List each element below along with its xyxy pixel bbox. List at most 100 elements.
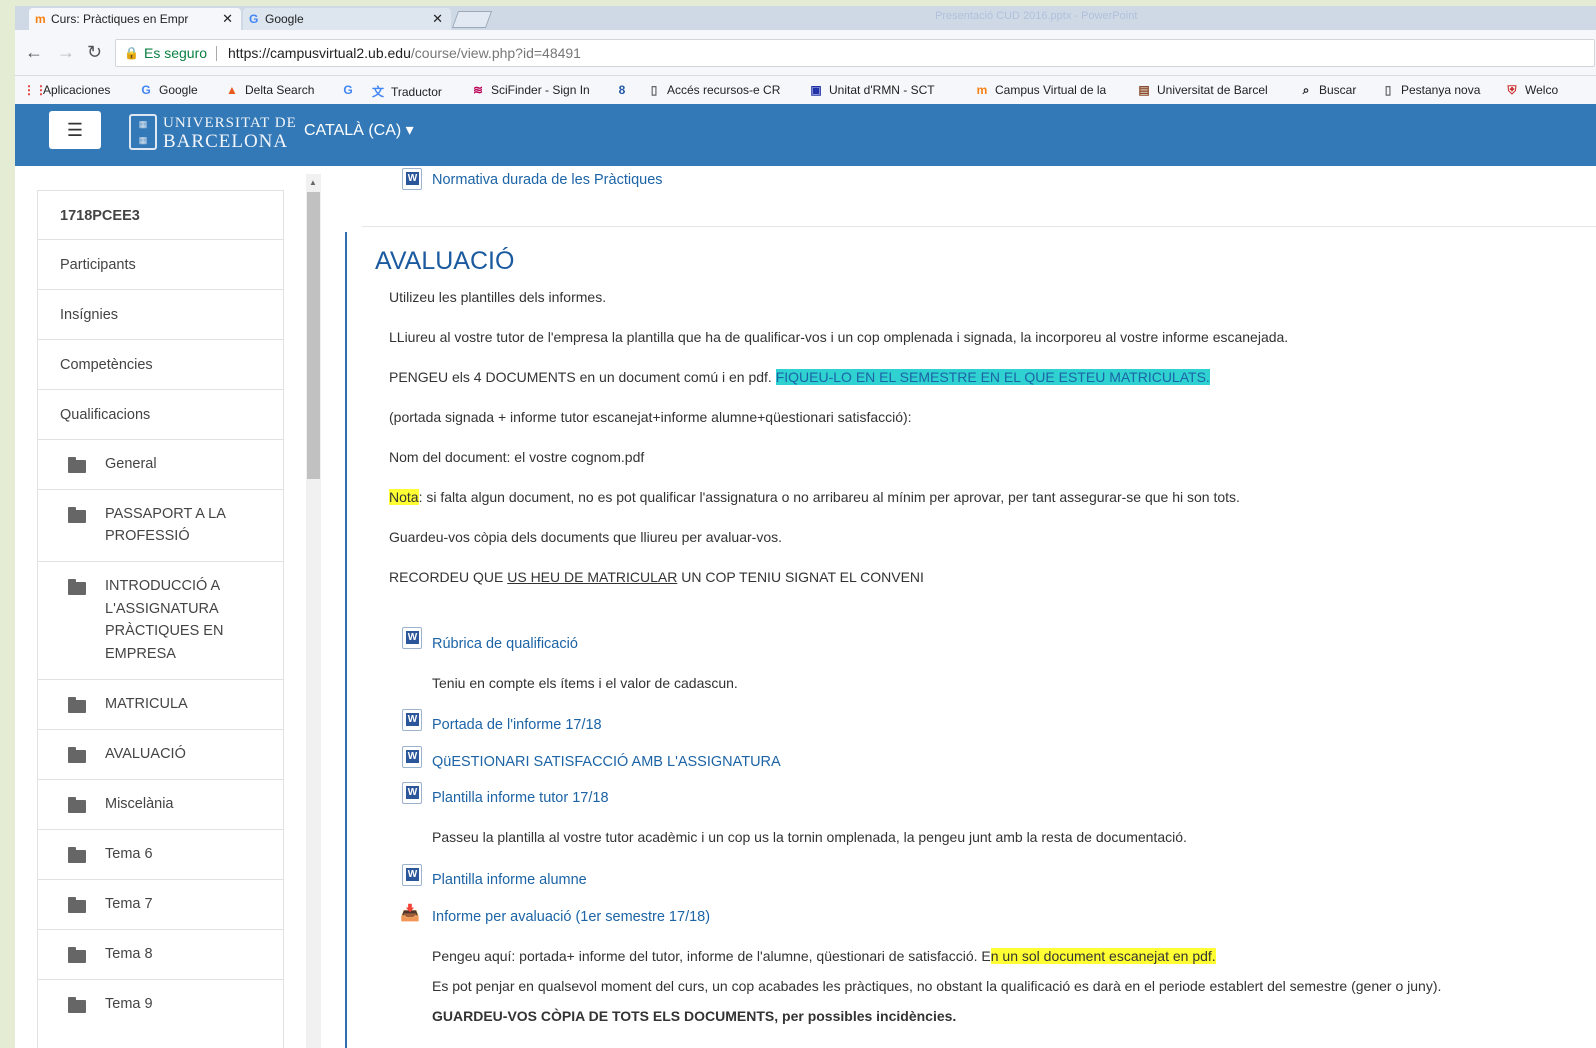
url-separator (216, 46, 217, 61)
moodle-icon: m (35, 12, 46, 26)
para-lliureu: LLiureu al vostre tutor de l'empresa la … (389, 329, 1289, 345)
site-navbar: ☰ ▦ ▦ UNIVERSITAT DE BARCELONA CATALÀ (CA… (15, 104, 1596, 166)
sidebar-section-general[interactable]: General (37, 440, 284, 490)
sidebar-section-avaluacio[interactable]: AVALUACIÓ (37, 730, 284, 780)
university-crest-icon[interactable]: ▦ ▦ (129, 114, 157, 150)
bookmark-delta-search[interactable]: ▲ Delta Search (225, 83, 314, 97)
blue-logo-icon: 8 (618, 83, 626, 97)
course-content: Normativa durada de les Pràctiques AVALU… (340, 166, 1596, 1048)
ub-icon: ▤ (1138, 83, 1150, 97)
sidebar-item-badges[interactable]: Insígnies (37, 290, 284, 340)
url-path: /course/view.php?id=48491 (410, 45, 581, 61)
folder-icon (68, 747, 86, 763)
section-divider (362, 226, 1596, 227)
bookmark-apps[interactable]: ⋮⋮Aplicaciones (23, 83, 110, 97)
search-icon: ⌕ (1302, 83, 1310, 97)
highlight-fiqueu: FIQUEU-LO EN EL SEMESTRE EN EL QUE ESTEU… (775, 369, 1210, 385)
bookmark-campus-virtual[interactable]: m Campus Virtual de la (975, 83, 1107, 97)
sidebar-section-matricula[interactable]: MATRICULA (37, 680, 284, 730)
language-selector[interactable]: CATALÀ (CA) ▾ (304, 120, 414, 140)
url-bar[interactable]: 🔒 Es seguro https://campusvirtual2.ub.ed… (115, 39, 1595, 67)
sidebar-section-passaport[interactable]: PASSAPORT A LA PROFESSIÓ (37, 490, 284, 562)
folder-icon (68, 797, 86, 813)
tab-strip: m Curs: Pràctiques en Empr ✕ G Google ✕ … (15, 6, 1596, 30)
bookmark-welcome[interactable]: ⛨ Welco (1505, 83, 1558, 98)
informe-desc-2: Es pot penjar en qualsevol moment del cu… (432, 978, 1442, 994)
google-icon: G (343, 83, 353, 97)
folder-icon (68, 507, 86, 523)
bookmark-recursos[interactable]: 8 (615, 83, 635, 97)
close-tab-icon[interactable]: ✕ (432, 8, 443, 30)
informe-desc-3: GUARDEU-VOS CÒPIA DE TOTS ELS DOCUMENTS,… (432, 1008, 957, 1024)
bookmark-ub[interactable]: ▤ Universitat de Barcel (1137, 83, 1267, 97)
para-pengeu: PENGEU els 4 DOCUMENTS en un document co… (389, 369, 1210, 385)
scrollbar-thumb[interactable] (307, 192, 320, 479)
bookmark-rmn[interactable]: ▣ Unitat d'RMN - SCT (809, 83, 934, 97)
translate-icon: 文 (371, 85, 384, 99)
section-title: AVALUACIÓ (375, 247, 515, 275)
highlight-sol-document: n un sol document escanejat en pdf. (990, 948, 1216, 964)
folder-icon (68, 579, 86, 595)
word-document-icon (402, 782, 422, 804)
underlined-matricular: US HEU DE MATRICULAR (507, 569, 678, 585)
para-guardeu: Guardeu-vos còpia dels documents que lli… (389, 529, 782, 545)
sidebar-section-tema-6[interactable]: Tema 6 (37, 830, 284, 880)
bookmarks-bar: ⋮⋮Aplicaciones G Google ▲ Delta Search G 文… (15, 76, 1596, 104)
para-nom-document: Nom del document: el vostre cognom.pdf (389, 449, 645, 465)
word-document-icon (402, 709, 422, 731)
tab-label: Curs: Pràctiques en Empr (51, 12, 189, 26)
forward-arrow-icon[interactable]: → (57, 42, 75, 63)
menu-toggle-button[interactable]: ☰ (49, 111, 101, 149)
sidebar-item-grades[interactable]: Qualificacions (37, 390, 284, 440)
folder-icon (68, 897, 86, 913)
tab-label: Google (265, 12, 304, 26)
logo-text-line1: UNIVERSITAT DE (163, 115, 297, 131)
link-plantilla-alumne[interactable]: Plantilla informe alumne (432, 872, 587, 888)
bookmark-new-tab[interactable]: ▯ Pestanya nova (1381, 83, 1481, 97)
sidebar-section-tema-9[interactable]: Tema 9 (37, 980, 284, 1048)
bookmark-scifinder[interactable]: ≋ SciFinder - Sign In (471, 83, 590, 97)
sidebar-section-tema-7[interactable]: Tema 7 (37, 880, 284, 930)
back-arrow-icon[interactable]: ← (25, 42, 43, 63)
link-normativa[interactable]: Normativa durada de les Pràctiques (432, 172, 663, 188)
shield-icon: ⛨ (1507, 83, 1517, 97)
bookmark-google[interactable]: G Google (139, 83, 197, 97)
folder-icon (68, 847, 86, 863)
rubrica-description: Teniu en compte els ítems i el valor de … (432, 675, 738, 691)
delta-icon: ▲ (226, 83, 238, 97)
close-tab-icon[interactable]: ✕ (222, 8, 233, 30)
new-tab-button[interactable] (451, 11, 493, 28)
link-questionari[interactable]: QüESTIONARI SATISFACCIÓ AMB L'ASSIGNATUR… (432, 754, 781, 770)
lock-icon: 🔒 (124, 46, 139, 60)
sidebar-section-introduccio[interactable]: INTRODUCCIÓ A L'ASSIGNATURA PRÀCTIQUES E… (37, 562, 284, 680)
folder-icon (68, 947, 86, 963)
sidebar-section-tema-8[interactable]: Tema 8 (37, 930, 284, 980)
url-host: https://campusvirtual2.ub.edu (228, 45, 411, 61)
scifinder-icon: ≋ (472, 83, 484, 97)
address-toolbar: ← → ↻ 🔒 Es seguro https://campusvirtual2… (15, 30, 1596, 76)
sidebar-item-competencies[interactable]: Competències (37, 340, 284, 390)
bookmark-search[interactable]: ⌕ Buscar (1299, 83, 1357, 98)
sidebar-section-miscelania[interactable]: Miscelània (37, 780, 284, 830)
sidebar-scrollbar[interactable]: ▲ (306, 174, 321, 1048)
sidebar-item-course[interactable]: 1718PCEE3 (37, 190, 284, 240)
tab-campus[interactable]: m Curs: Pràctiques en Empr ✕ (29, 8, 241, 30)
bookmark-google-2[interactable]: G (341, 83, 361, 97)
link-informe-avaluacio[interactable]: Informe per avaluació (1er semestre 17/1… (432, 909, 710, 925)
link-portada[interactable]: Portada de l'informe 17/18 (432, 717, 602, 733)
secure-label: Es seguro (144, 45, 208, 61)
url-text[interactable]: https://campusvirtual2.ub.edu/course/vie… (228, 40, 581, 66)
bookmark-translator[interactable]: 文 Traductor (371, 83, 442, 100)
para-recordeu: RECORDEU QUE US HEU DE MATRICULAR UN COP… (389, 569, 924, 585)
link-rubrica[interactable]: Rúbrica de qualificació (432, 636, 578, 652)
link-plantilla-tutor[interactable]: Plantilla informe tutor 17/18 (432, 790, 609, 806)
apps-grid-icon: ⋮⋮ (23, 83, 47, 97)
reload-icon[interactable]: ↻ (87, 42, 102, 63)
word-document-icon (402, 168, 422, 190)
sidebar-item-participants[interactable]: Participants (37, 240, 284, 290)
tab-google[interactable]: G Google ✕ (243, 8, 451, 30)
bookmark-acces-recursos[interactable]: ▯ Accés recursos-e CR (647, 83, 781, 97)
page-icon: ▯ (650, 83, 658, 97)
scroll-up-arrow-icon[interactable]: ▲ (309, 178, 317, 187)
browser-window: m Curs: Pràctiques en Empr ✕ G Google ✕ … (15, 6, 1596, 1048)
